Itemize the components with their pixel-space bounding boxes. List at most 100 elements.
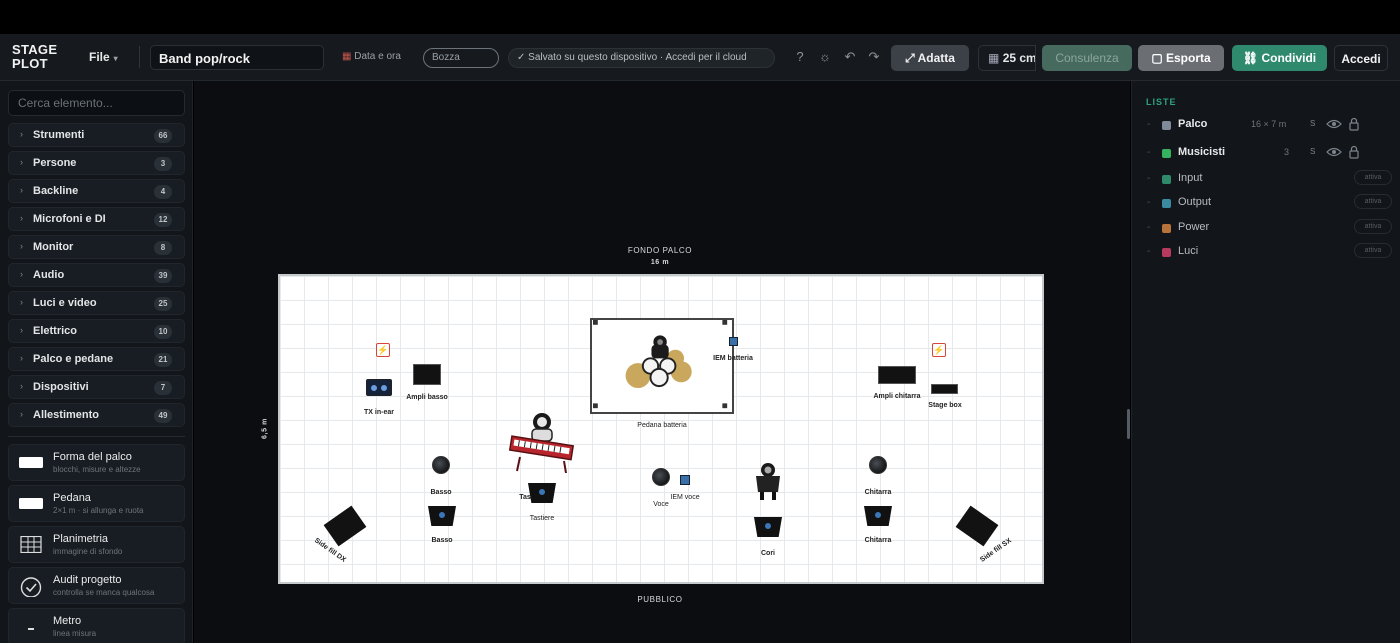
count-badge: 3: [154, 157, 172, 171]
eye-icon[interactable]: [1326, 145, 1342, 159]
category-luci-video[interactable]: › Luci e video 25: [8, 291, 185, 315]
tool-floorplan[interactable]: Planimetria immagine di sfondo: [8, 526, 185, 563]
category-persone[interactable]: › Persone 3: [8, 151, 185, 175]
tool-stage-shape[interactable]: Forma del palco blocchi, misure e altezz…: [8, 444, 185, 481]
grid-size-control[interactable]: ▦ 25 cm: [978, 45, 1036, 71]
category-microfoni[interactable]: › Microfoni e DI 12: [8, 207, 185, 231]
stage-area[interactable]: IEM batteria Pedana batteria ⚡ ⚡ TX in-e…: [278, 274, 1044, 584]
iem-voice-pack-icon[interactable]: [680, 475, 690, 485]
stage-box-icon[interactable]: [931, 384, 958, 394]
tool-name: Metro: [53, 615, 82, 627]
lock-icon[interactable]: [1348, 145, 1360, 159]
power-icon[interactable]: ⚡: [376, 343, 390, 357]
layer-input[interactable]: - Input attiva: [1146, 170, 1392, 191]
cori-monitor-wedge[interactable]: [754, 517, 782, 537]
guitar-mic-icon[interactable]: [869, 456, 887, 474]
share-button[interactable]: ⛓ Condividi: [1232, 45, 1327, 71]
drag-handle[interactable]: -: [1147, 222, 1150, 233]
panel-resize-handle[interactable]: [1127, 409, 1130, 439]
chevron-right-icon: ›: [20, 213, 23, 223]
login-button[interactable]: Accedi: [1334, 45, 1388, 71]
power-icon[interactable]: ⚡: [932, 343, 946, 357]
grid-icon: ▦: [988, 51, 1000, 65]
drag-handle[interactable]: -: [1147, 197, 1150, 208]
category-elettrico[interactable]: › Elettrico 10: [8, 319, 185, 343]
file-menu[interactable]: File ▾: [89, 50, 118, 64]
layer-color-swatch: [1162, 149, 1171, 158]
drag-handle[interactable]: -: [1147, 173, 1150, 184]
keys-monitor-wedge[interactable]: [528, 483, 556, 503]
save-status-badge[interactable]: ✓ Salvato su questo dispositivo · Accedi…: [508, 48, 775, 68]
chevron-right-icon: ›: [20, 409, 23, 419]
category-label: Dispositivi: [33, 381, 89, 393]
activate-button[interactable]: attiva: [1354, 194, 1392, 209]
layer-musicisti[interactable]: - Musicisti 3 S: [1146, 145, 1392, 165]
share-label: Condividi: [1261, 51, 1317, 65]
theme-sun-icon[interactable]: ☼: [817, 49, 833, 65]
help-icon[interactable]: ?: [792, 49, 808, 65]
lock-icon[interactable]: [1348, 117, 1360, 131]
category-monitor[interactable]: › Monitor 8: [8, 235, 185, 259]
undo-icon[interactable]: ↶: [842, 49, 858, 65]
drag-handle[interactable]: -: [1147, 119, 1150, 130]
eye-icon[interactable]: [1326, 117, 1342, 131]
category-dispositivi[interactable]: › Dispositivi 7: [8, 375, 185, 399]
activate-button[interactable]: attiva: [1354, 243, 1392, 258]
chevron-right-icon: ›: [20, 129, 23, 139]
layer-palco[interactable]: - Palco 16 × 7 m S: [1146, 117, 1392, 137]
category-backline[interactable]: › Backline 4: [8, 179, 185, 203]
bass-monitor-wedge[interactable]: [428, 506, 456, 526]
solo-button[interactable]: S: [1310, 119, 1315, 128]
count-badge: 39: [154, 269, 172, 283]
category-label: Backline: [33, 185, 79, 197]
consult-button[interactable]: Consulenza: [1042, 45, 1132, 71]
canvas-area[interactable]: FONDO PALCO 16 m 6,5 m PUBBLICO IEM batt…: [194, 81, 1130, 643]
guitar-amp-icon[interactable]: [878, 366, 916, 384]
fit-button[interactable]: ⤢ Adatta: [891, 45, 969, 71]
tx-inear-label: TX in-ear: [364, 409, 394, 416]
drag-handle[interactable]: -: [1147, 147, 1150, 158]
drum-riser[interactable]: [590, 318, 734, 414]
singer-icon[interactable]: [751, 462, 785, 500]
drag-handle[interactable]: -: [1147, 246, 1150, 257]
floorplan-icon: [20, 536, 42, 553]
solo-button[interactable]: S: [1310, 147, 1315, 156]
chevron-right-icon: ›: [20, 325, 23, 335]
tool-meter[interactable]: Metro linea misura: [8, 608, 185, 643]
tool-audit[interactable]: Audit progetto controlla se manca qualco…: [8, 567, 185, 604]
status-draft-field[interactable]: Bozza: [423, 48, 499, 68]
bass-mic-icon[interactable]: [432, 456, 450, 474]
layer-output[interactable]: - Output attiva: [1146, 194, 1392, 215]
layer-color-swatch: [1162, 121, 1171, 130]
voice-mic-icon[interactable]: [652, 468, 670, 486]
redo-icon[interactable]: ↷: [866, 49, 882, 65]
side-fill-sx-speaker[interactable]: [955, 505, 999, 547]
count-badge: 8: [154, 241, 172, 255]
iem-drums-pack-icon[interactable]: [729, 337, 738, 346]
side-fill-dx-speaker[interactable]: [323, 505, 367, 547]
search-input[interactable]: [8, 90, 185, 116]
tool-riser[interactable]: Pedana 2×1 m · si allunga e ruota: [8, 485, 185, 522]
bass-amp-icon[interactable]: [413, 364, 441, 385]
guitar-monitor-wedge[interactable]: [864, 506, 892, 526]
count-badge: 66: [154, 129, 172, 143]
chevron-right-icon: ›: [20, 381, 23, 391]
layer-name: Output: [1178, 196, 1212, 208]
project-name-input[interactable]: Band pop/rock: [150, 45, 324, 70]
activate-button[interactable]: attiva: [1354, 219, 1392, 234]
count-badge: 49: [154, 409, 172, 423]
category-strumenti[interactable]: › Strumenti 66: [8, 123, 185, 147]
export-button[interactable]: ▢ Esporta: [1138, 45, 1224, 71]
tx-inear-icon[interactable]: [366, 379, 392, 396]
stage-box-label: Stage box: [928, 402, 962, 409]
date-time-button[interactable]: ▦ Data e ora: [342, 51, 401, 62]
category-palco-pedane[interactable]: › Palco e pedane 21: [8, 347, 185, 371]
layer-power[interactable]: - Power attiva: [1146, 219, 1392, 240]
keyboardist-icon[interactable]: [508, 413, 576, 473]
category-allestimento[interactable]: › Allestimento 49: [8, 403, 185, 427]
divider: [8, 436, 185, 437]
category-audio[interactable]: › Audio 39: [8, 263, 185, 287]
layer-luci[interactable]: - Luci attiva: [1146, 243, 1392, 264]
guitar-mic-label: Chitarra: [864, 489, 892, 496]
activate-button[interactable]: attiva: [1354, 170, 1392, 185]
